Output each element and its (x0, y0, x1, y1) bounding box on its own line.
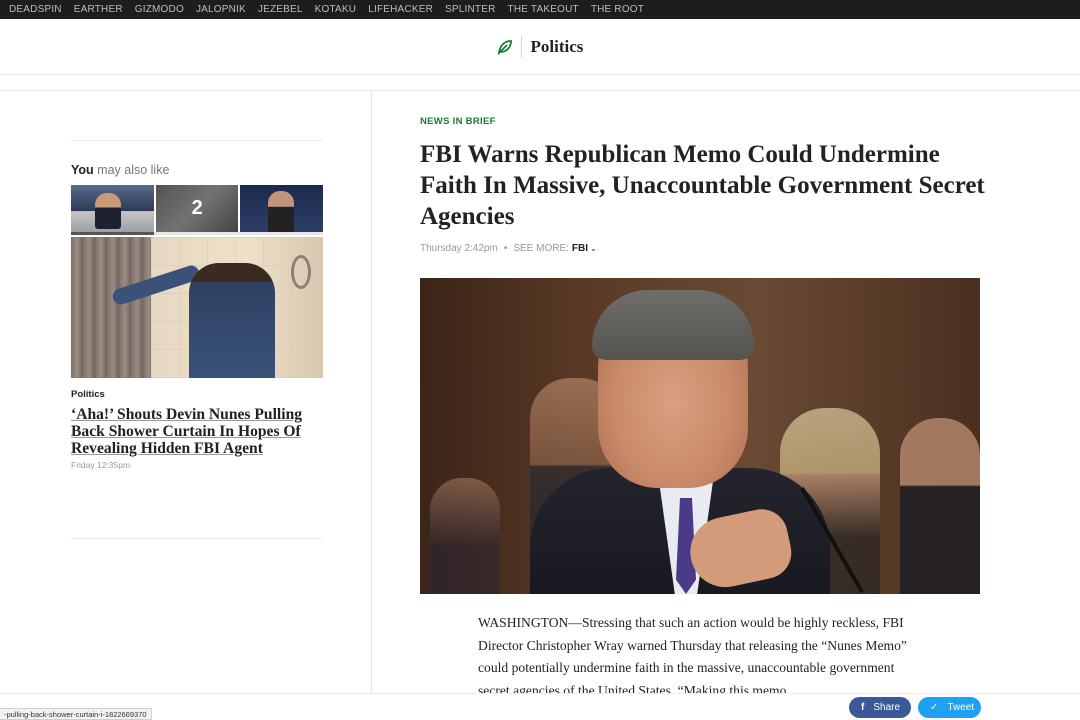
logo-divider (520, 35, 522, 58)
also-like-text: may also like (93, 163, 170, 177)
hero-photo (420, 278, 980, 594)
article-body: WASHINGTON—Stressing that such an action… (478, 615, 907, 698)
background-person (900, 418, 980, 594)
carousel-thumb-1[interactable] (71, 185, 154, 232)
also-like-bold: You (71, 163, 94, 177)
site-logo[interactable]: Politics (497, 35, 584, 58)
sidebar-bottom-rule (71, 538, 323, 539)
masthead: Politics (0, 19, 1080, 75)
tag-link[interactable]: FBI (572, 243, 588, 254)
network-link-gizmodo[interactable]: GIZMODO (135, 4, 184, 15)
twitter-bird-icon: ✓ (930, 702, 939, 713)
carousel-thumb-2[interactable]: 2 (155, 185, 239, 232)
carousel-thumb-3[interactable] (240, 185, 324, 232)
network-link-splinter[interactable]: SPLINTER (445, 4, 496, 15)
twitter-share-label: Tweet (947, 702, 975, 713)
story-headline-link[interactable]: ‘Aha!’ Shouts Devin Nunes Pulling Back S… (71, 406, 323, 457)
article-header: NEWS IN BRIEF FBI Warns Republican Memo … (420, 116, 990, 254)
masthead-rule (0, 90, 1080, 91)
shower-curtain (71, 237, 151, 378)
network-link-kotaku[interactable]: KOTAKU (315, 4, 357, 15)
story-timestamp: Friday 12:35pm (71, 460, 131, 470)
man-figure (189, 263, 275, 378)
chevron-down-icon[interactable]: ⌄ (590, 244, 597, 253)
twitter-share-button[interactable]: ✓ Tweet (918, 697, 981, 718)
carousel-index: 2 (155, 185, 239, 232)
article-headline: FBI Warns Republican Memo Could Undermin… (420, 141, 985, 230)
sidebar-recommendations: You may also like 2 Politics ‘Aha!’ Shou… (71, 140, 324, 470)
article-kicker[interactable]: NEWS IN BRIEF (420, 116, 990, 127)
onion-leaf-icon (497, 39, 512, 55)
story-image[interactable] (71, 237, 323, 378)
speaker-hair (592, 290, 754, 360)
carousel-progress (71, 232, 323, 235)
network-link-jezebel[interactable]: JEZEBEL (258, 4, 303, 15)
facebook-icon: f (861, 702, 865, 713)
article-meta: Thursday 2:42pm • SEE MORE: FBI ⌄ (420, 243, 990, 254)
sidebar-top-rule (71, 140, 323, 141)
network-nav-bar: DEADSPIN EARTHER GIZMODO JALOPNIK JEZEBE… (0, 0, 1080, 19)
share-bar: f Share ✓ Tweet (0, 693, 1080, 720)
network-link-deadspin[interactable]: DEADSPIN (9, 4, 62, 15)
story-kicker[interactable]: Politics (71, 389, 323, 400)
thumb-person (95, 193, 121, 229)
section-title[interactable]: Politics (531, 37, 584, 57)
browser-status-url: -pulling-back-shower-curtain-i-182266937… (0, 708, 152, 720)
towel-ring (291, 255, 311, 289)
network-link-jalopnik[interactable]: JALOPNIK (196, 4, 246, 15)
background-person (430, 478, 500, 594)
meta-separator: • (503, 243, 508, 254)
network-link-lifehacker[interactable]: LIFEHACKER (368, 4, 433, 15)
facebook-share-label: Share (873, 702, 901, 713)
column-divider (371, 91, 372, 693)
network-link-the-root[interactable]: THE ROOT (591, 4, 644, 15)
network-link-the-takeout[interactable]: THE TAKEOUT (508, 4, 579, 15)
network-link-earther[interactable]: EARTHER (74, 4, 123, 15)
article-timestamp: Thursday 2:42pm (420, 243, 498, 254)
see-more-label: SEE MORE: (513, 243, 569, 254)
carousel-progress-fill (71, 232, 155, 235)
recommendation-carousel: 2 (71, 185, 324, 232)
facebook-share-button[interactable]: f Share (849, 697, 911, 718)
also-like-heading: You may also like (71, 163, 323, 177)
thumb-person (268, 191, 295, 232)
